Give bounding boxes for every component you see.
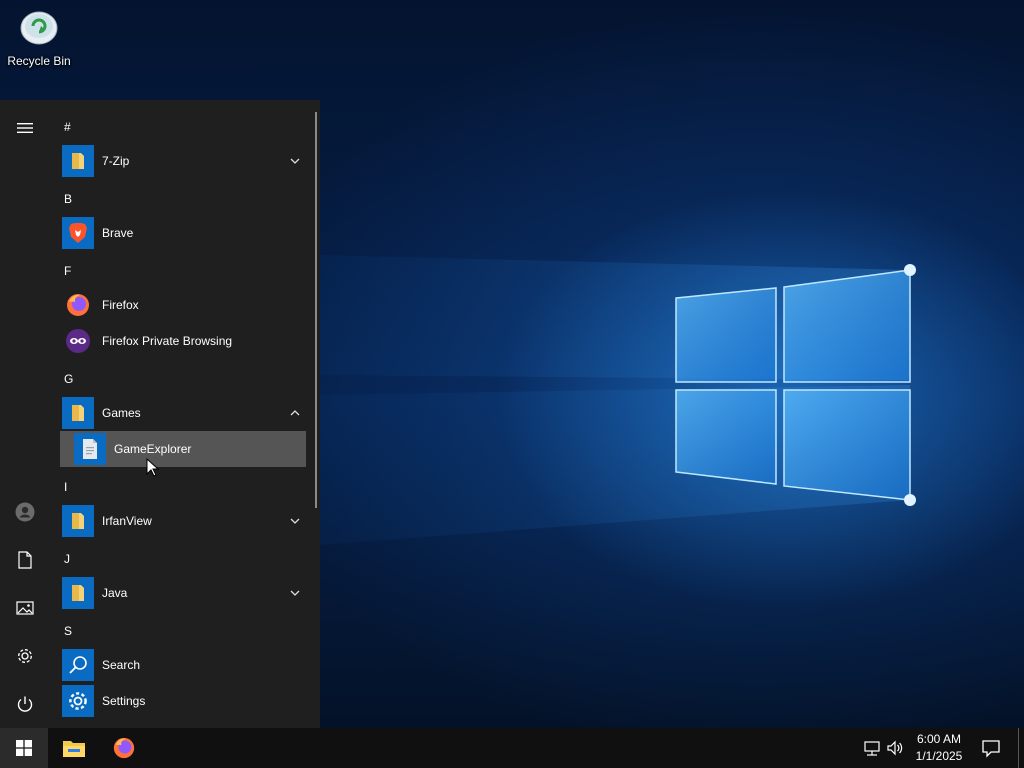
recycle-bin-icon [20,11,58,45]
folder-icon [62,505,94,537]
clock[interactable]: 6:00 AM 1/1/2025 [908,731,970,765]
windows-logo-icon [16,740,32,756]
app-item-irfanview[interactable]: IrfanView [62,503,306,539]
file-explorer-icon [63,741,85,757]
folder-icon [62,145,94,177]
taskbar-file-explorer-button[interactable] [50,728,98,768]
gear-icon [62,685,94,717]
section-header-f[interactable]: F [64,262,71,280]
section-header-hash[interactable]: # [64,118,71,136]
app-label: Firefox [102,298,139,312]
chevron-down-icon[interactable] [288,154,302,168]
folder-icon [62,577,94,609]
app-item-firefox[interactable]: Firefox [62,287,306,323]
search-icon [62,649,94,681]
app-item-settings[interactable]: Settings [62,683,306,719]
section-header-g[interactable]: G [64,370,73,388]
chevron-up-icon[interactable] [288,406,302,420]
document-icon [18,551,32,569]
section-header-s[interactable]: S [64,622,72,640]
taskbar-firefox-button[interactable] [100,728,148,768]
desktop-icon-recycle-bin[interactable]: Recycle Bin [4,4,74,76]
firefox-private-icon [62,325,94,357]
app-list-scrollbar[interactable] [315,112,317,508]
app-label: 7-Zip [102,154,130,168]
expand-menu-button[interactable] [5,108,45,148]
start-menu-rail [0,100,50,728]
app-list: # 7-Zip B Brave F Firefox Firefox Privat… [50,100,312,728]
app-item-brave[interactable]: Brave [62,215,306,251]
account-button[interactable] [5,492,45,532]
app-label: IrfanView [102,514,152,528]
section-header-b[interactable]: B [64,190,72,208]
app-item-gameexplorer[interactable]: GameExplorer [60,431,306,467]
app-item-java[interactable]: Java [62,575,306,611]
power-icon [17,696,33,712]
desktop-icon-label: Recycle Bin [7,54,71,68]
volume-icon[interactable] [885,738,905,758]
pictures-icon [16,601,34,615]
app-item-7zip[interactable]: 7-Zip [62,143,306,179]
network-icon[interactable] [862,738,882,758]
gear-icon [18,649,32,663]
app-label: GameExplorer [114,442,192,456]
power-button[interactable] [5,684,45,724]
app-item-games[interactable]: Games [62,395,306,431]
app-label: Firefox Private Browsing [102,334,233,348]
section-header-j[interactable]: J [64,550,70,568]
show-desktop-button[interactable] [1018,728,1019,768]
app-item-firefox-private[interactable]: Firefox Private Browsing [62,323,306,359]
user-avatar-icon [15,502,35,522]
start-menu: # 7-Zip B Brave F Firefox Firefox Privat… [0,100,320,728]
taskbar: 6:00 AM 1/1/2025 [0,728,1024,768]
documents-button[interactable] [5,540,45,580]
clock-date: 1/1/2025 [915,749,963,763]
app-label: Games [102,406,141,420]
app-label: Settings [102,694,146,708]
brave-icon [62,217,94,249]
app-item-search[interactable]: Search [62,647,306,683]
pictures-button[interactable] [5,588,45,628]
chevron-down-icon[interactable] [288,514,302,528]
hamburger-icon [17,123,33,133]
settings-button[interactable] [5,636,45,676]
app-label: Search [102,658,141,672]
app-label: Java [102,586,128,600]
mouse-cursor-icon [146,458,160,477]
clock-time: 6:00 AM [916,732,962,746]
action-center-icon[interactable] [980,737,1002,759]
folder-icon [62,397,94,429]
firefox-icon [113,737,135,759]
section-header-i[interactable]: I [64,478,67,496]
app-label: Brave [102,226,134,240]
document-app-icon [74,433,106,465]
firefox-icon [62,289,94,321]
start-button[interactable] [0,728,48,768]
chevron-down-icon[interactable] [288,586,302,600]
